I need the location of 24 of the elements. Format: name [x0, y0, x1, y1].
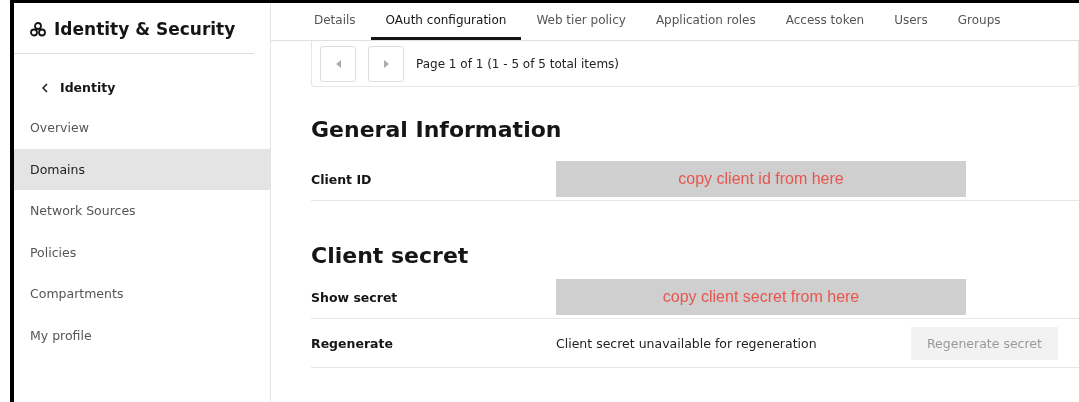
tab[interactable]: Web tier policy: [521, 3, 641, 40]
redaction-note: copy client secret from here: [556, 279, 966, 315]
back-link[interactable]: Identity: [60, 80, 116, 95]
section-heading: General Information: [311, 117, 563, 142]
sidebar-item[interactable]: Compartments: [14, 273, 270, 315]
tab[interactable]: OAuth configuration: [370, 3, 522, 40]
status-text: Client secret unavailable for regeneration: [556, 335, 818, 351]
redaction-note: copy client id from here: [556, 161, 966, 197]
tab[interactable]: Users: [879, 3, 943, 40]
tab[interactable]: Groups: [942, 3, 1016, 40]
sidebar-item[interactable]: My profile: [14, 314, 270, 356]
pagination-text: Page 1 of 1 (1 - 5 of 5 total items): [416, 56, 619, 71]
field-label: Show secret: [311, 289, 399, 305]
sidebar-item[interactable]: Domains: [14, 148, 270, 190]
section-heading: Client secret: [311, 243, 470, 268]
sidebar-title: Identity & Security: [54, 19, 236, 39]
tab[interactable]: Access token: [770, 3, 880, 40]
sidebar-item[interactable]: Policies: [14, 231, 270, 273]
field-label: Regenerate: [311, 335, 394, 351]
field-label: Client ID: [311, 171, 373, 187]
sidebar-item[interactable]: Overview: [14, 107, 270, 149]
sidebar-item[interactable]: Network Sources: [14, 190, 270, 232]
tab[interactable]: Details: [299, 3, 371, 40]
tab[interactable]: Application roles: [640, 3, 771, 40]
